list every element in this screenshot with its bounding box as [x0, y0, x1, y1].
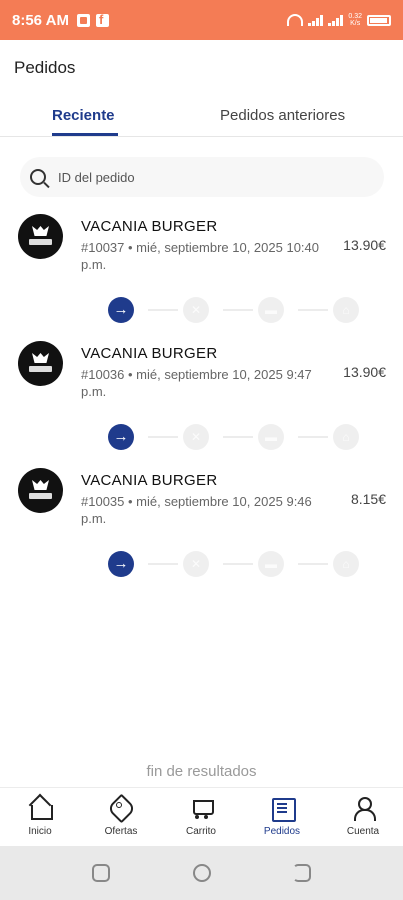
- restaurant-logo-text: [29, 239, 52, 245]
- step-placed: →: [108, 424, 134, 450]
- arrow-right-icon: →: [113, 427, 129, 445]
- step-connector: [298, 436, 328, 438]
- step-delivered: ⌂: [333, 424, 359, 450]
- nav-item-inicio[interactable]: Inicio: [10, 796, 70, 837]
- recent-apps-button[interactable]: [92, 864, 110, 882]
- nav-label: Carrito: [185, 826, 216, 837]
- net-speed-value: 0.32: [348, 13, 362, 20]
- order-meta: #10037 • mié, septiembre 10, 2025 10:40 …: [81, 240, 319, 272]
- cancel-icon: ✕: [190, 557, 202, 571]
- system-nav-bar: [0, 846, 403, 900]
- step-connector: [223, 563, 253, 565]
- step-connector: [148, 436, 178, 438]
- notification-icons: [76, 12, 109, 27]
- step-connector: [148, 563, 178, 565]
- status-bar: 8:56 AM 0.32 K/s: [0, 0, 403, 40]
- search-bar[interactable]: [20, 157, 384, 197]
- net-speed: 0.32 K/s: [348, 13, 362, 27]
- facebook-icon: [95, 12, 109, 27]
- status-time: 8:56 AM: [12, 11, 69, 29]
- page-title: Pedidos: [14, 58, 76, 77]
- step-connector: [223, 436, 253, 438]
- search-icon: [30, 169, 46, 185]
- back-button[interactable]: [293, 864, 311, 882]
- nav-item-cuenta[interactable]: Cuenta: [333, 796, 393, 837]
- message-icon: [76, 13, 90, 27]
- order-price: 13.90€: [343, 364, 386, 380]
- restaurant-logo-icon: [32, 353, 49, 363]
- active-tab-indicator: [52, 133, 118, 136]
- order-restaurant-name: VACANIA BURGER: [81, 345, 218, 362]
- cancel-icon: ✕: [190, 430, 202, 444]
- restaurant-logo-text: [29, 366, 52, 372]
- step-delivered: ⌂: [333, 297, 359, 323]
- step-connector: [148, 309, 178, 311]
- step-placed: →: [108, 297, 134, 323]
- nav-label: Inicio: [28, 826, 52, 837]
- step-placed: →: [108, 551, 134, 577]
- step-connector: [223, 309, 253, 311]
- nav-label: Ofertas: [104, 826, 138, 837]
- bottom-nav: Inicio Ofertas Carrito Pedidos Cuenta: [0, 787, 403, 846]
- cart-icon: [189, 796, 214, 820]
- signal-icon: [308, 14, 324, 26]
- step-prepared: ▬: [258, 297, 284, 323]
- tabs: Reciente Pedidos anteriores: [0, 100, 403, 137]
- wifi-icon: [287, 14, 304, 26]
- home-icon: ⌂: [342, 303, 350, 317]
- restaurant-avatar: [18, 341, 63, 386]
- nav-item-carrito[interactable]: Carrito: [171, 796, 231, 837]
- arrow-right-icon: →: [113, 554, 129, 572]
- home-icon: ⌂: [342, 430, 350, 444]
- system-indicators: 0.32 K/s: [287, 13, 391, 27]
- order-card[interactable]: VACANIA BURGER #10036 • mié, septiembre …: [0, 341, 403, 461]
- step-connector: [298, 563, 328, 565]
- order-meta: #10036 • mié, septiembre 10, 2025 9:47 p…: [81, 367, 312, 399]
- step-prepared: ▬: [258, 424, 284, 450]
- bag-icon: ▬: [265, 303, 277, 317]
- order-tracking: → ✕ ▬ ⌂: [108, 551, 359, 577]
- order-card[interactable]: VACANIA BURGER #10037 • mié, septiembre …: [0, 214, 403, 334]
- nav-item-ofertas[interactable]: Ofertas: [91, 796, 151, 837]
- step-delivered: ⌂: [333, 551, 359, 577]
- bag-icon: ▬: [265, 430, 277, 444]
- end-of-results: fin de resultados: [146, 763, 257, 780]
- restaurant-avatar: [18, 214, 63, 259]
- tab-recent[interactable]: Reciente: [52, 107, 115, 124]
- order-tracking: → ✕ ▬ ⌂: [108, 297, 359, 323]
- restaurant-logo-icon: [32, 226, 49, 236]
- step-prepared: ▬: [258, 551, 284, 577]
- signal-icon-2: [328, 14, 344, 26]
- net-speed-unit: K/s: [350, 20, 361, 27]
- order-restaurant-name: VACANIA BURGER: [81, 218, 218, 235]
- bag-icon: ▬: [265, 557, 277, 571]
- step-cancel: ✕: [183, 424, 209, 450]
- nav-label: Cuenta: [346, 826, 380, 837]
- restaurant-avatar: [18, 468, 63, 513]
- restaurant-logo-icon: [32, 480, 49, 490]
- tag-icon: [109, 796, 133, 820]
- nav-item-pedidos[interactable]: Pedidos: [252, 796, 312, 837]
- battery-icon: [367, 14, 391, 26]
- order-meta: #10035 • mié, septiembre 10, 2025 9:46 p…: [81, 494, 312, 526]
- order-price: 13.90€: [343, 237, 386, 253]
- cancel-icon: ✕: [190, 303, 202, 317]
- orders-icon: [270, 796, 296, 822]
- home-icon: [28, 796, 53, 820]
- nav-label: Pedidos: [263, 826, 301, 837]
- home-button[interactable]: [193, 864, 211, 882]
- tab-previous-orders[interactable]: Pedidos anteriores: [220, 107, 345, 124]
- step-cancel: ✕: [183, 297, 209, 323]
- search-input[interactable]: [58, 169, 358, 185]
- user-icon: [351, 796, 376, 821]
- step-connector: [298, 309, 328, 311]
- step-cancel: ✕: [183, 551, 209, 577]
- order-restaurant-name: VACANIA BURGER: [81, 472, 218, 489]
- order-card[interactable]: VACANIA BURGER #10035 • mié, septiembre …: [0, 468, 403, 588]
- home-icon: ⌂: [342, 557, 350, 571]
- restaurant-logo-text: [29, 493, 52, 499]
- order-tracking: → ✕ ▬ ⌂: [108, 424, 359, 450]
- arrow-right-icon: →: [113, 300, 129, 318]
- order-price: 8.15€: [350, 491, 386, 507]
